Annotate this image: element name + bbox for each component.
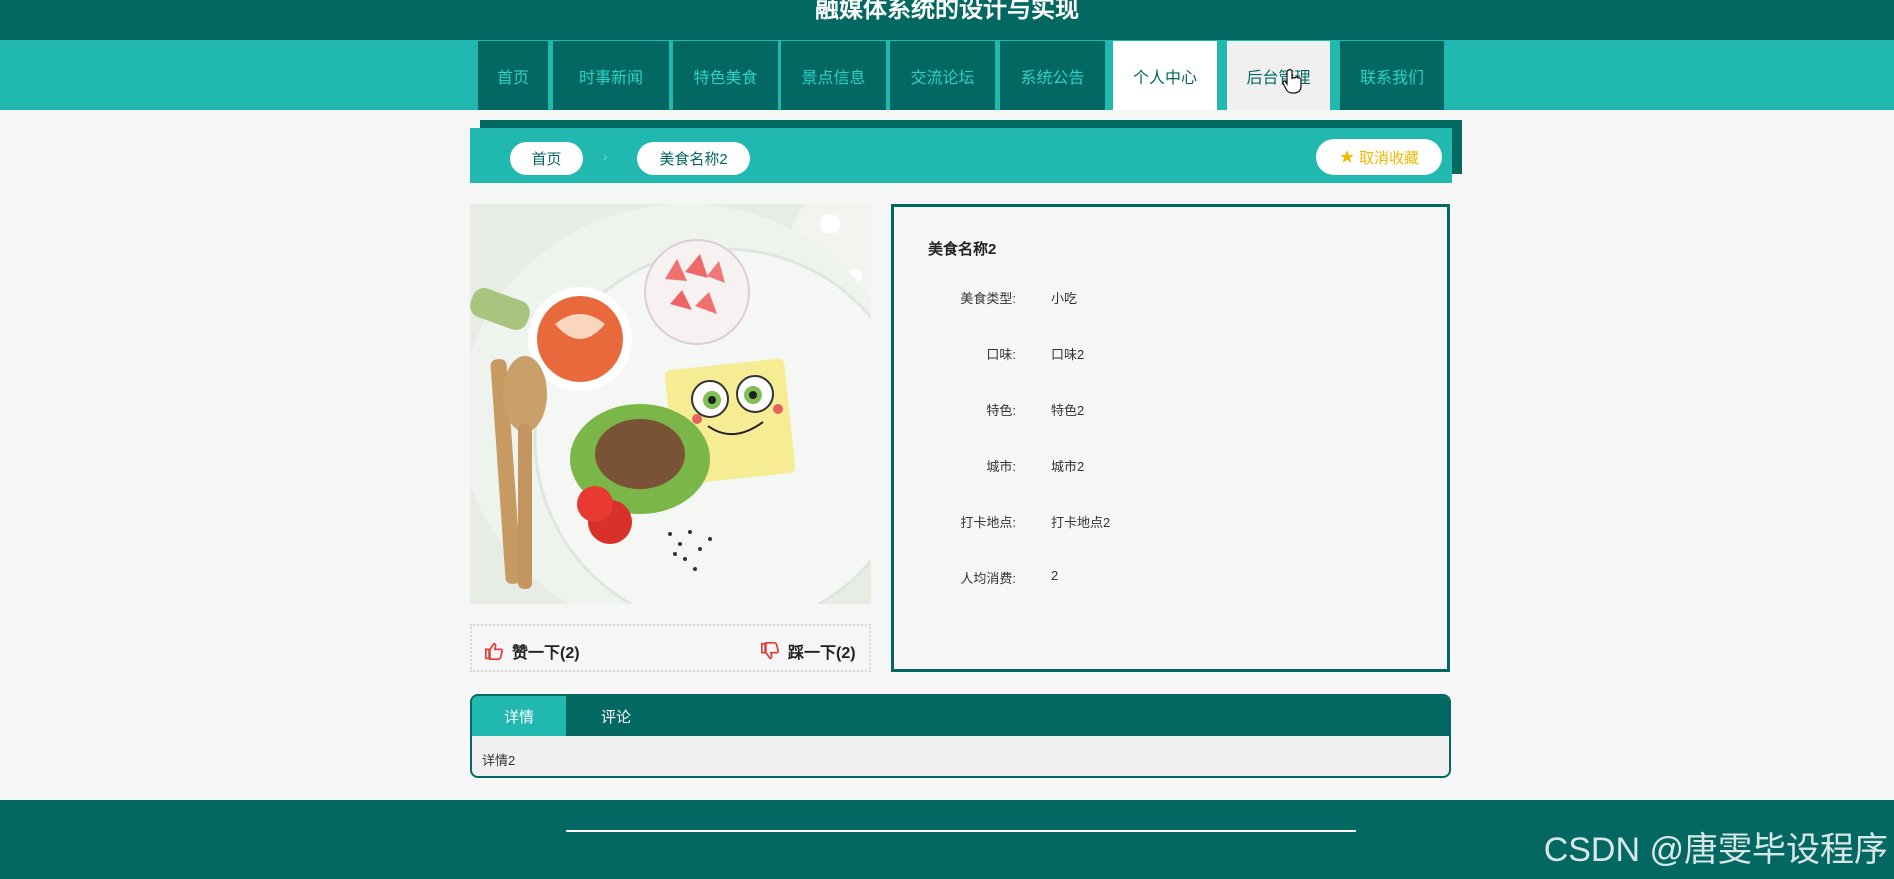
- field-label-type: 美食类型:: [960, 291, 1016, 306]
- field-value-city: 城市2: [1051, 459, 1085, 474]
- star-icon: [1340, 150, 1354, 163]
- field-value-checkin: 打卡地点2: [1051, 515, 1111, 530]
- dislike-label: 踩一下(2): [788, 645, 856, 662]
- footer-divider: [566, 830, 1356, 832]
- nav-item-admin[interactable]: 后台管理: [1227, 41, 1330, 110]
- field-value-type: 小吃: [1051, 291, 1078, 306]
- field-value-feature: 特色2: [1051, 403, 1085, 418]
- tab-details[interactable]: 详情: [472, 696, 566, 736]
- field-value-cost: 2: [1051, 568, 1059, 583]
- nav-item-contact[interactable]: 联系我们: [1340, 41, 1444, 110]
- field-label-checkin: 打卡地点:: [960, 515, 1016, 530]
- detail-tabs: 详情 评论 详情2: [470, 694, 1451, 778]
- food-name: 美食名称2: [928, 241, 997, 258]
- thumbs-down-icon: [761, 642, 780, 660]
- nav-item-notice[interactable]: 系统公告: [1000, 41, 1105, 110]
- nav-item-food[interactable]: 特色美食: [673, 41, 778, 110]
- breadcrumb-home[interactable]: 首页: [510, 142, 583, 175]
- nav-item-home[interactable]: 首页: [478, 41, 548, 110]
- breadcrumb: [470, 128, 1452, 183]
- food-info-panel: [891, 204, 1450, 672]
- like-label: 赞一下(2): [512, 645, 580, 662]
- breadcrumb-separator: ›: [603, 148, 608, 164]
- watermark: CSDN @唐雯毕设程序: [1543, 831, 1888, 869]
- nav-item-forum[interactable]: 交流论坛: [890, 41, 995, 110]
- cancel-favorite-label: 取消收藏: [1358, 149, 1419, 167]
- field-label-cost: 人均消费:: [960, 571, 1016, 586]
- food-image: [470, 204, 871, 604]
- nav-item-scenic[interactable]: 景点信息: [781, 41, 886, 110]
- cancel-favorite-button[interactable]: 取消收藏: [1316, 139, 1442, 175]
- site-title: 融媒体系统的设计与实现: [815, 0, 1079, 23]
- like-button[interactable]: 赞一下(2): [484, 639, 580, 663]
- nav-item-personal-center[interactable]: 个人中心: [1113, 41, 1217, 110]
- tab-comments[interactable]: 评论: [566, 696, 666, 736]
- hand-cursor-icon: [1282, 69, 1302, 94]
- field-label-city: 城市:: [986, 459, 1016, 474]
- field-label-taste: 口味:: [986, 347, 1016, 362]
- breadcrumb-current: 美食名称2: [637, 142, 750, 175]
- thumbs-up-icon: [485, 642, 504, 660]
- field-value-taste: 口味2: [1051, 347, 1085, 362]
- nav-item-news[interactable]: 时事新闻: [553, 41, 669, 110]
- dislike-button[interactable]: 踩一下(2): [760, 639, 856, 663]
- field-label-feature: 特色:: [986, 403, 1016, 418]
- tab-content: 详情2: [482, 753, 516, 768]
